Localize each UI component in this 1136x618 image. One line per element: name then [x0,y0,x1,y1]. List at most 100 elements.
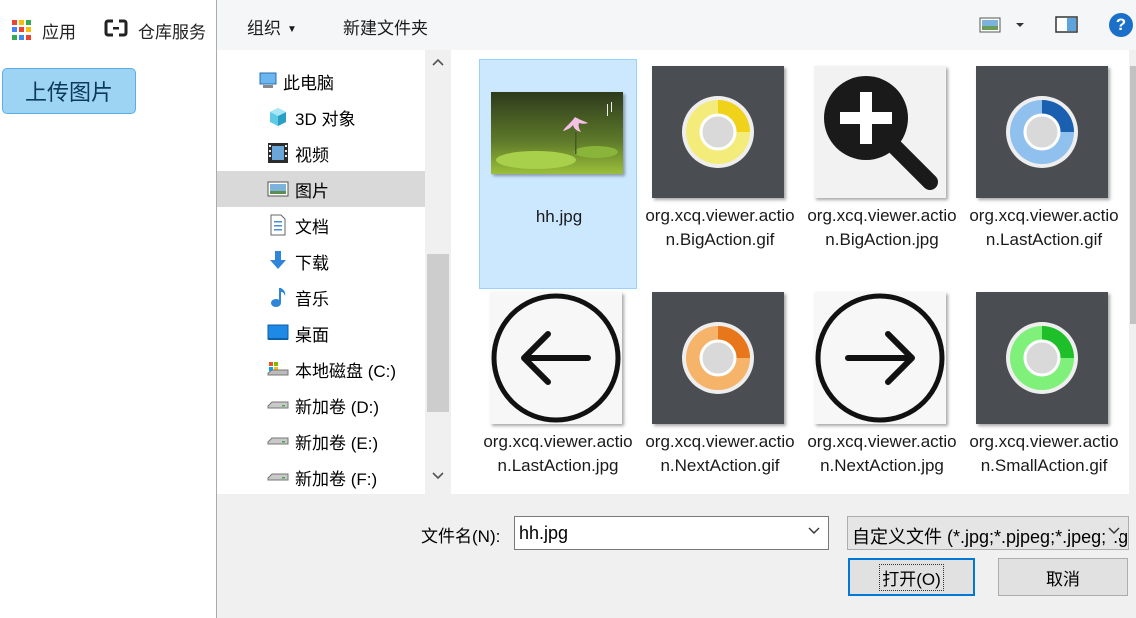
filetype-value: 自定义文件 (*.jpg;*.pjpeg;*.jpeg;*.gif;*.png) [852,527,1129,547]
bookmarks-bar: 应用 仓库服务 [0,0,216,60]
organize-label: 组织 [247,19,281,38]
pictures-icon [267,178,289,200]
file-name: org.xcq.viewer.action.BigAction.gif [645,206,795,249]
file-name: org.xcq.viewer.action.BigAction.jpg [807,206,957,249]
nav-item-pictures[interactable]: 图片 [217,171,425,207]
scroll-thumb[interactable] [427,254,449,412]
nav-scrollbar[interactable] [425,50,451,494]
nav-item-documents[interactable]: 文档 [217,207,425,243]
scroll-thumb[interactable] [1130,66,1136,324]
file-name: org.xcq.viewer.action.NextAction.gif [645,432,795,475]
nav-label: 图片 [295,181,329,201]
nav-label: 文档 [295,217,329,237]
file-list-scrollbar[interactable] [1129,50,1136,494]
nav-item-this-pc[interactable]: 此电脑 [217,63,425,99]
apps-grid-icon [12,20,32,40]
bookmark-label: 仓库服务 [138,22,206,42]
zoom-in-icon [814,66,946,198]
file-thumbnail [813,65,947,199]
nav-label: 视频 [295,145,329,165]
organize-menu[interactable]: 组织 ▼ [247,14,297,39]
bookmark-repo-service[interactable]: 仓库服务 [104,18,206,42]
file-thumbnail [813,291,947,425]
nav-label: 音乐 [295,289,329,309]
scroll-down-icon[interactable] [425,468,451,490]
file-thumbnail [975,291,1109,425]
new-folder-button[interactable]: 新建文件夹 [343,14,428,39]
cloud-link-icon [104,18,128,43]
nav-label: 3D 对象 [295,109,356,129]
open-button[interactable]: 打开(O) [848,558,975,596]
dialog-toolbar: 组织 ▼ 新建文件夹 ? [217,0,1136,50]
bookmark-label: 应用 [42,22,76,42]
navigation-pane: 此电脑 3D 对象 视频 图片 文档 下载 音乐 桌面 本地磁盘 (C:) 新加… [217,50,453,494]
nav-label: 新加卷 (F:) [295,469,378,489]
drive-icon [267,466,289,488]
preview-pane-icon[interactable] [1055,16,1079,39]
file-thumbnail [975,65,1109,199]
file-item[interactable]: org.xcq.viewer.action.NextAction.gif [641,285,799,494]
bookmark-apps[interactable]: 应用 [12,18,76,42]
file-open-dialog: 组织 ▼ 新建文件夹 ? 此电脑 3D 对象 视频 图片 文档 下载 音乐 桌面… [216,0,1136,618]
file-thumbnail [490,66,624,200]
file-name: org.xcq.viewer.action.LastAction.jpg [483,432,633,475]
drive-icon [267,430,289,452]
nav-item-local-disk-c[interactable]: 本地磁盘 (C:) [217,351,425,387]
file-item[interactable]: org.xcq.viewer.action.LastAction.jpg [479,285,637,494]
file-item[interactable]: org.xcq.viewer.action.LastAction.gif [965,59,1123,289]
file-thumbnail [651,291,785,425]
3d-objects-icon [267,106,289,128]
filename-input[interactable]: hh.jpg [514,516,829,550]
file-name: org.xcq.viewer.action.LastAction.gif [969,206,1119,249]
filename-label: 文件名(N): [421,527,501,546]
file-name: org.xcq.viewer.action.SmallAction.gif [969,432,1119,475]
nav-label: 此电脑 [283,73,334,93]
chevron-down-icon[interactable] [1106,524,1120,538]
local-disk-icon [267,358,289,380]
filename-value: hh.jpg [519,523,569,543]
file-thumbnail [489,291,623,425]
nav-item-desktop[interactable]: 桌面 [217,315,425,351]
nav-item-volume-f[interactable]: 新加卷 (F:) [217,459,425,495]
file-item-hh-jpg[interactable]: hh.jpg [479,59,637,289]
drive-icon [267,394,289,416]
scroll-up-icon[interactable] [425,54,451,76]
nav-item-downloads[interactable]: 下载 [217,243,425,279]
chevron-down-icon[interactable] [808,524,820,538]
file-item[interactable]: org.xcq.viewer.action.SmallAction.gif [965,285,1123,494]
desktop-icon [267,322,289,344]
spinner-orange-icon [652,292,784,424]
nav-label: 本地磁盘 (C:) [295,361,397,381]
file-name: org.xcq.viewer.action.NextAction.jpg [807,432,957,475]
change-view-icon[interactable] [979,16,1027,39]
nav-label: 桌面 [295,325,329,345]
this-pc-icon [257,70,279,92]
nav-label: 新加卷 (D:) [295,397,380,417]
open-button-label: 打开(O) [879,563,944,591]
nav-label: 下载 [295,253,329,273]
nav-item-videos[interactable]: 视频 [217,135,425,171]
file-item[interactable]: org.xcq.viewer.action.NextAction.jpg [803,285,961,494]
documents-icon [267,214,289,236]
nav-label: 新加卷 (E:) [295,433,379,453]
nav-item-volume-e[interactable]: 新加卷 (E:) [217,423,425,459]
downloads-icon [267,250,289,272]
file-item[interactable]: org.xcq.viewer.action.BigAction.gif [641,59,799,289]
nav-item-music[interactable]: 音乐 [217,279,425,315]
dialog-footer: 文件名(N): hh.jpg 自定义文件 (*.jpg;*.pjpeg;*.jp… [217,494,1136,618]
spinner-blue-icon [976,66,1108,198]
help-icon[interactable]: ? [1109,13,1133,37]
arrow-right-icon [814,292,946,424]
videos-icon [267,142,289,164]
file-list: hh.jpg org.xcq.viewer.action.BigAction.g… [453,50,1136,494]
nav-item-volume-d[interactable]: 新加卷 (D:) [217,387,425,423]
cancel-button[interactable]: 取消 [998,558,1128,596]
music-icon [267,286,289,308]
nav-item-3d-objects[interactable]: 3D 对象 [217,99,425,135]
chevron-down-icon: ▼ [287,24,297,35]
spinner-yellow-icon [652,66,784,198]
upload-image-button[interactable]: 上传图片 [2,68,136,114]
file-thumbnail [651,65,785,199]
file-item[interactable]: org.xcq.viewer.action.BigAction.jpg [803,59,961,289]
filetype-select[interactable]: 自定义文件 (*.jpg;*.pjpeg;*.jpeg;*.gif;*.png) [847,516,1129,550]
